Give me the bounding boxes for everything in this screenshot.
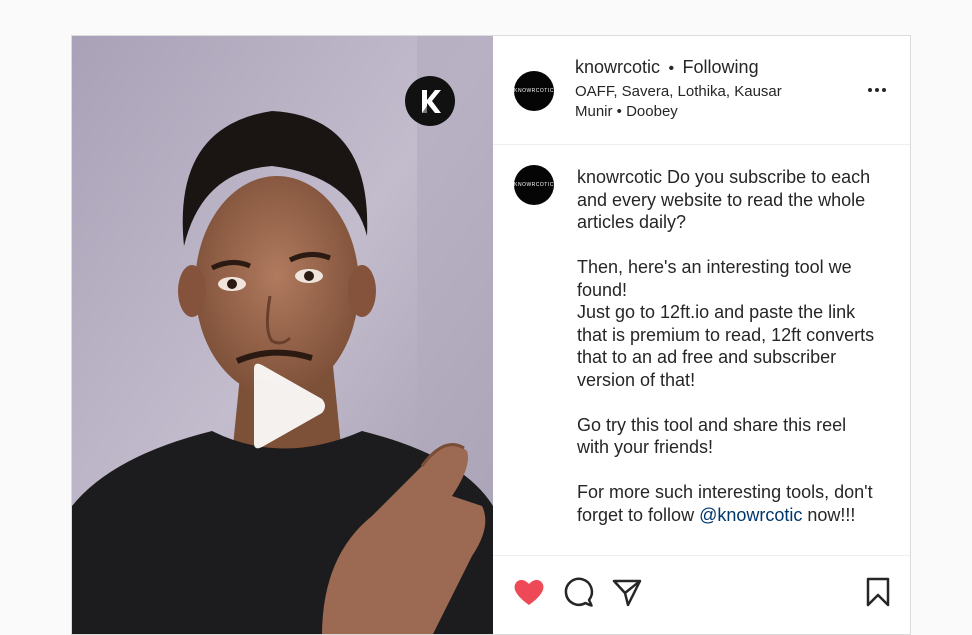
action-bar — [493, 555, 910, 634]
caption-line3: Just go to 12ft.io and paste the link th… — [577, 302, 875, 390]
author-username[interactable]: knowrcotic — [575, 57, 660, 77]
following-button[interactable]: Following — [683, 57, 759, 77]
caption-avatar-text: KNOWRCOTIC — [514, 182, 554, 188]
k-logo-icon — [422, 90, 441, 113]
post-details-panel: KNOWRCOTIC knowrcotic • Following OAFF, … — [493, 36, 910, 634]
bookmark-icon — [866, 577, 890, 607]
caption-area: KNOWRCOTIC knowrcotic Do you subscribe t… — [493, 145, 910, 555]
more-options-icon[interactable] — [865, 80, 889, 100]
caption-line4: Go try this tool and share this reel wit… — [577, 414, 847, 458]
share-button[interactable] — [609, 574, 645, 610]
post-caption: knowrcotic Do you subscribe to each and … — [577, 166, 877, 526]
share-icon — [612, 579, 642, 607]
header-separator: • — [668, 60, 675, 77]
header-text: knowrcotic • Following OAFF, Savera, Lot… — [575, 57, 805, 122]
author-avatar[interactable]: KNOWRCOTIC — [514, 71, 554, 111]
reel-video[interactable] — [72, 36, 493, 634]
caption-line2: Then, here's an interesting tool we foun… — [577, 257, 852, 300]
caption-line5-after: now!!! — [807, 504, 856, 525]
comment-button[interactable] — [560, 574, 596, 610]
mention-link[interactable]: @knowrcotic — [699, 505, 802, 525]
avatar-text: KNOWRCOTIC — [514, 88, 554, 94]
caption-author-avatar[interactable]: KNOWRCOTIC — [514, 165, 554, 205]
audio-credits-line1: OAFF, Savera, Lothika, Kausar — [575, 83, 782, 100]
post-container: KNOWRCOTIC knowrcotic • Following OAFF, … — [71, 35, 911, 635]
save-button[interactable] — [860, 574, 896, 610]
comment-icon — [564, 577, 594, 607]
heart-icon — [514, 580, 544, 605]
play-icon — [254, 363, 325, 449]
caption-username[interactable]: knowrcotic — [577, 167, 662, 187]
brand-logo-badge[interactable] — [405, 76, 455, 126]
like-button[interactable] — [511, 574, 547, 610]
play-button[interactable] — [248, 361, 328, 451]
post-header: KNOWRCOTIC knowrcotic • Following OAFF, … — [493, 36, 910, 145]
audio-credits[interactable]: OAFF, Savera, Lothika, Kausar Munir • Do… — [575, 82, 805, 122]
audio-credits-line2: Munir • Doobey — [575, 103, 678, 120]
